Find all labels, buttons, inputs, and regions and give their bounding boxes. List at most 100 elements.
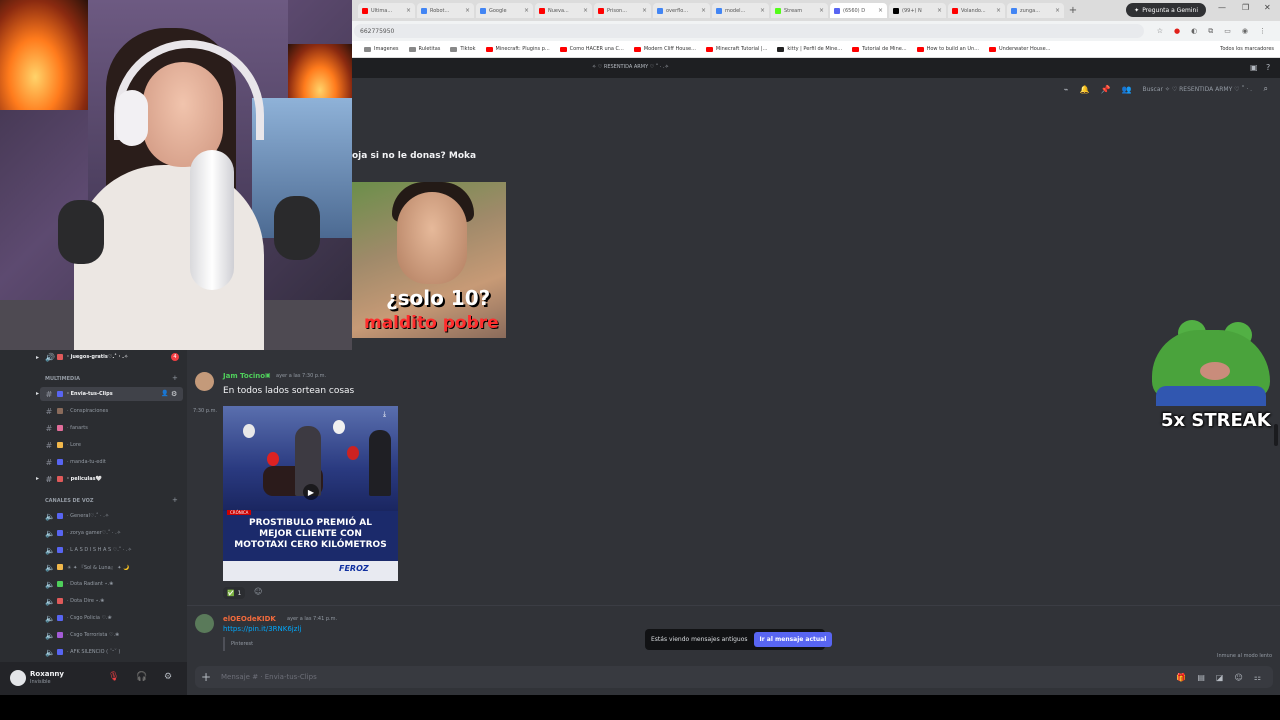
username[interactable]: elOEOdeKIDK [223, 615, 276, 623]
bookmark-item[interactable]: Como HACER una C... [559, 46, 624, 52]
channel-item[interactable]: 🔈 · Dota Dire ⋆.❀ [45, 594, 104, 608]
bookmark-item[interactable]: How to build an Un... [916, 46, 979, 52]
avatar[interactable] [10, 670, 26, 686]
headphones-icon[interactable]: 🎧 [136, 672, 147, 682]
member-list-icon[interactable]: 👥 [1122, 85, 1132, 94]
close-tab-icon[interactable]: × [583, 7, 588, 14]
bookmark-item[interactable]: Underwater House... [989, 46, 1050, 52]
close-tab-icon[interactable]: × [819, 7, 824, 14]
channel-settings-icon[interactable]: ⚙ [171, 390, 177, 398]
inbox-icon[interactable]: ▣ [1250, 63, 1258, 72]
browser-tab[interactable]: model... × [712, 3, 769, 18]
message-composer[interactable]: + Mensaje # · Envia-tus-Clips 🎁 ▤ ◪ ☺ ⚏ [195, 666, 1273, 688]
close-tab-icon[interactable]: × [701, 7, 706, 14]
browser-menu-icon[interactable]: ⋮ [1259, 27, 1266, 36]
avatar[interactable] [195, 614, 214, 633]
play-icon[interactable]: ▶ [303, 484, 319, 500]
message-input[interactable]: Mensaje # · Envia-tus-Clips [221, 673, 317, 681]
settings-gear-icon[interactable]: ⚙ [164, 672, 172, 682]
browser-tab[interactable]: Volando... × [948, 3, 1005, 18]
browser-tab[interactable]: Prison... × [594, 3, 651, 18]
browser-tab[interactable]: overflo... × [653, 3, 710, 18]
close-tab-icon[interactable]: × [937, 7, 942, 14]
gemini-button[interactable]: ✦ Pregunta a Gemini [1126, 3, 1206, 17]
browser-tab[interactable]: Google × [476, 3, 533, 18]
channel-item[interactable]: 🔊 · juegos-gratis♡.˚ · .✧ [45, 350, 128, 364]
channel-item[interactable]: 🔈 · Csgo Terrorista ♡.❀ [45, 628, 119, 642]
add-channel-icon[interactable]: + [172, 496, 178, 504]
channel-item[interactable]: # · manda-tu-edit [45, 455, 106, 469]
jump-to-present-button[interactable]: Ir al mensaje actual [753, 632, 833, 647]
opera-extension-icon[interactable]: ● [1174, 27, 1180, 36]
close-tab-icon[interactable]: × [465, 7, 470, 14]
scrollbar[interactable] [1274, 424, 1278, 446]
emoji-icon[interactable]: ☺ [1234, 673, 1242, 682]
close-tab-icon[interactable]: × [1055, 7, 1060, 14]
side-panel-icon[interactable]: ▭ [1224, 27, 1231, 36]
channel-item[interactable]: 🔈 · L A S D I S H A S ♡.˚ · .✧ [45, 543, 132, 557]
user-name[interactable]: Roxanny [30, 670, 64, 678]
translate-extension-icon[interactable]: ◐ [1191, 27, 1197, 36]
search-input[interactable]: Buscar ✧ ♡ RESENTIDA ARMY ♡ ˚ · . [1143, 86, 1253, 93]
browser-tab[interactable]: (99+) N × [889, 3, 946, 18]
add-channel-icon[interactable]: + [172, 374, 178, 382]
browser-tab[interactable]: (6560) D × [830, 3, 887, 18]
maximize-icon[interactable]: ❐ [1242, 3, 1249, 12]
channel-item[interactable]: # · Conspiraciones [45, 404, 109, 418]
bookmark-item[interactable]: Minecraft Tutorial |... [705, 46, 767, 52]
channel-item[interactable]: 🔈 ☀ ✦ 『Sol & Luna』 ✦ 🌙 [45, 560, 129, 574]
channel-item[interactable]: 🔈 · Dota Radiant ⋆.❀ [45, 577, 113, 591]
add-reaction-icon[interactable]: ☺ [254, 587, 266, 599]
bookmark-item[interactable]: Minecraft: Plugins p... [485, 46, 550, 52]
close-tab-icon[interactable]: × [642, 7, 647, 14]
channel-item[interactable]: 🔈 · AFK SILENCIO ( ˘ᵕ˘ ) [45, 645, 120, 659]
all-bookmarks-folder[interactable]: Todos los marcadores [1220, 46, 1274, 52]
browser-tab[interactable]: zunga... × [1007, 3, 1064, 18]
help-icon[interactable]: ? [1266, 63, 1270, 72]
gif-icon[interactable]: ▤ [1197, 673, 1205, 682]
mic-muted-icon[interactable]: 🎙 [108, 672, 119, 682]
channel-item[interactable]: 🔈 · Csgo Policia ♡.❀ [45, 611, 112, 625]
new-tab-icon[interactable]: + [1066, 5, 1080, 16]
gift-icon[interactable]: 🎁 [1176, 673, 1186, 682]
profile-avatar[interactable]: ◉ [1242, 27, 1248, 36]
bookmark-item[interactable]: Modern Cliff House... [633, 46, 696, 52]
channel-item[interactable]: 🔈 · zorya gamer♡.˚ · .✧ [45, 526, 121, 540]
channel-item[interactable]: # · peliculas🤍 [45, 472, 102, 486]
category-voice[interactable]: CANALES DE VOZ [45, 498, 94, 504]
notification-bell-icon[interactable]: 🔔 [1080, 85, 1090, 94]
video-thumbnail[interactable]: ¿solo 10? maldito pobre [352, 182, 506, 338]
browser-tab[interactable]: Nueva... × [535, 3, 592, 18]
close-tab-icon[interactable]: × [996, 7, 1001, 14]
sticker-icon[interactable]: ◪ [1216, 673, 1224, 682]
channel-item[interactable]: # · Lore [45, 438, 81, 452]
channel-item[interactable]: # · Envia-tus-Clips [45, 387, 113, 401]
browser-tab[interactable]: Ultima... × [358, 3, 415, 18]
close-tab-icon[interactable]: × [878, 7, 883, 14]
pin-icon[interactable]: 📌 [1101, 85, 1111, 94]
channel-item[interactable]: 🔈 · General♡.˚ · .✧ [45, 509, 109, 523]
invite-icon[interactable]: 👤 [161, 390, 168, 397]
threads-icon[interactable]: ⌁ [1064, 85, 1069, 94]
bookmark-star-icon[interactable]: ☆ [1157, 27, 1163, 36]
minimize-icon[interactable]: — [1218, 3, 1226, 12]
apps-icon[interactable]: ⚏ [1254, 673, 1261, 682]
channel-item[interactable]: # · fanarts [45, 421, 88, 435]
bookmark-item[interactable]: Ruletitas [408, 46, 440, 52]
category-multimedia[interactable]: MULTIMEDIA [45, 376, 80, 382]
browser-tab[interactable]: Stream × [771, 3, 828, 18]
message-link[interactable]: https://pin.it/3RNK6jzlj [223, 625, 301, 633]
close-tab-icon[interactable]: × [524, 7, 529, 14]
bookmark-item[interactable]: kitty | Perfil de Mine... [777, 46, 842, 52]
avatar[interactable] [195, 372, 214, 391]
extensions-icon[interactable]: ⧉ [1208, 27, 1213, 36]
close-tab-icon[interactable]: × [406, 7, 411, 14]
username[interactable]: Jam Tocino [223, 372, 265, 380]
url-input[interactable]: 662775950 [354, 24, 1144, 38]
browser-tab[interactable]: Robot... × [417, 3, 474, 18]
reaction-chip[interactable]: ✅ 1 [223, 587, 246, 599]
close-tab-icon[interactable]: × [760, 7, 765, 14]
close-window-icon[interactable]: ✕ [1264, 3, 1271, 12]
attach-plus-icon[interactable]: + [195, 670, 217, 684]
download-icon[interactable]: ⤓ [383, 410, 386, 419]
